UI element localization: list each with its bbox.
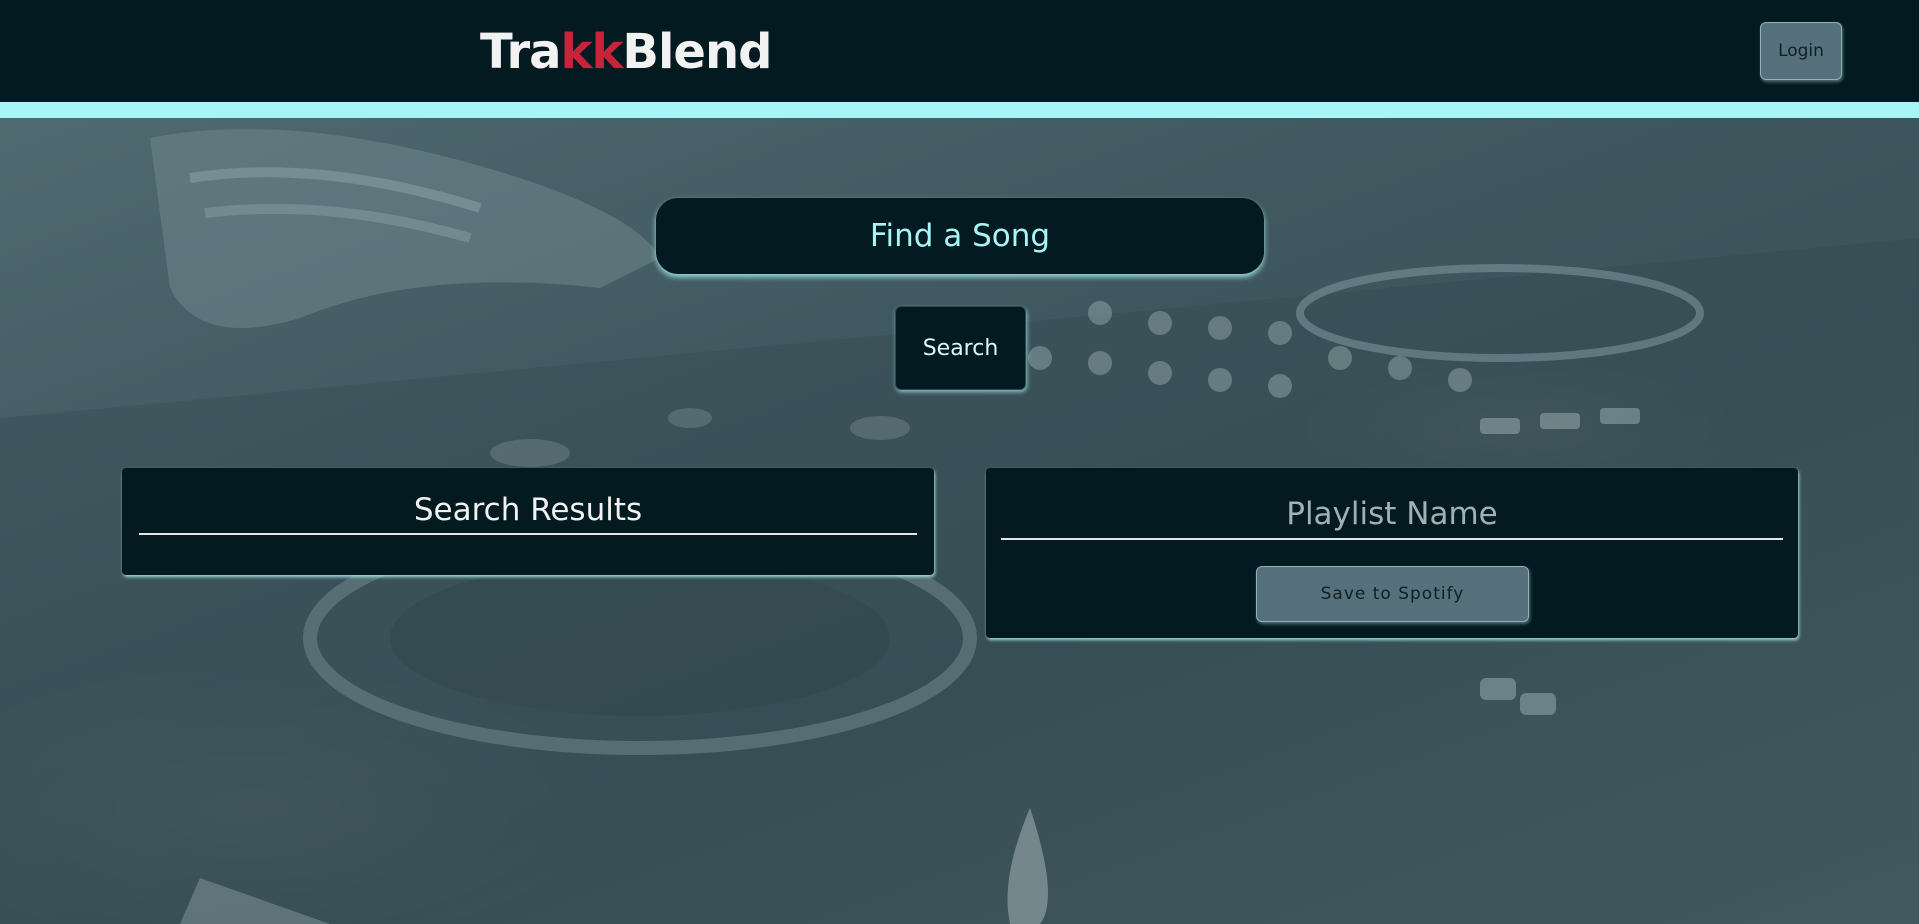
search-results-title: Search Results bbox=[413, 492, 643, 528]
login-button[interactable]: Login bbox=[1760, 22, 1842, 80]
search-results-panel: Search Results bbox=[122, 468, 934, 575]
app-logo: TrakkBlend bbox=[480, 22, 773, 82]
logo-part-accent: kk bbox=[560, 24, 624, 80]
logo-part-1: Tra bbox=[480, 24, 562, 80]
search-button[interactable]: Search bbox=[895, 306, 1026, 390]
search-input[interactable] bbox=[656, 198, 1264, 274]
logo-part-3: Blend bbox=[622, 24, 772, 80]
app-header: TrakkBlend Login bbox=[0, 0, 1919, 102]
playlist-name-input[interactable] bbox=[1001, 490, 1783, 540]
search-results-divider bbox=[139, 533, 917, 535]
save-to-spotify-button[interactable]: Save to Spotify bbox=[1256, 566, 1529, 622]
playlist-panel: Save to Spotify bbox=[986, 468, 1798, 638]
header-accent-stripe bbox=[0, 102, 1919, 118]
